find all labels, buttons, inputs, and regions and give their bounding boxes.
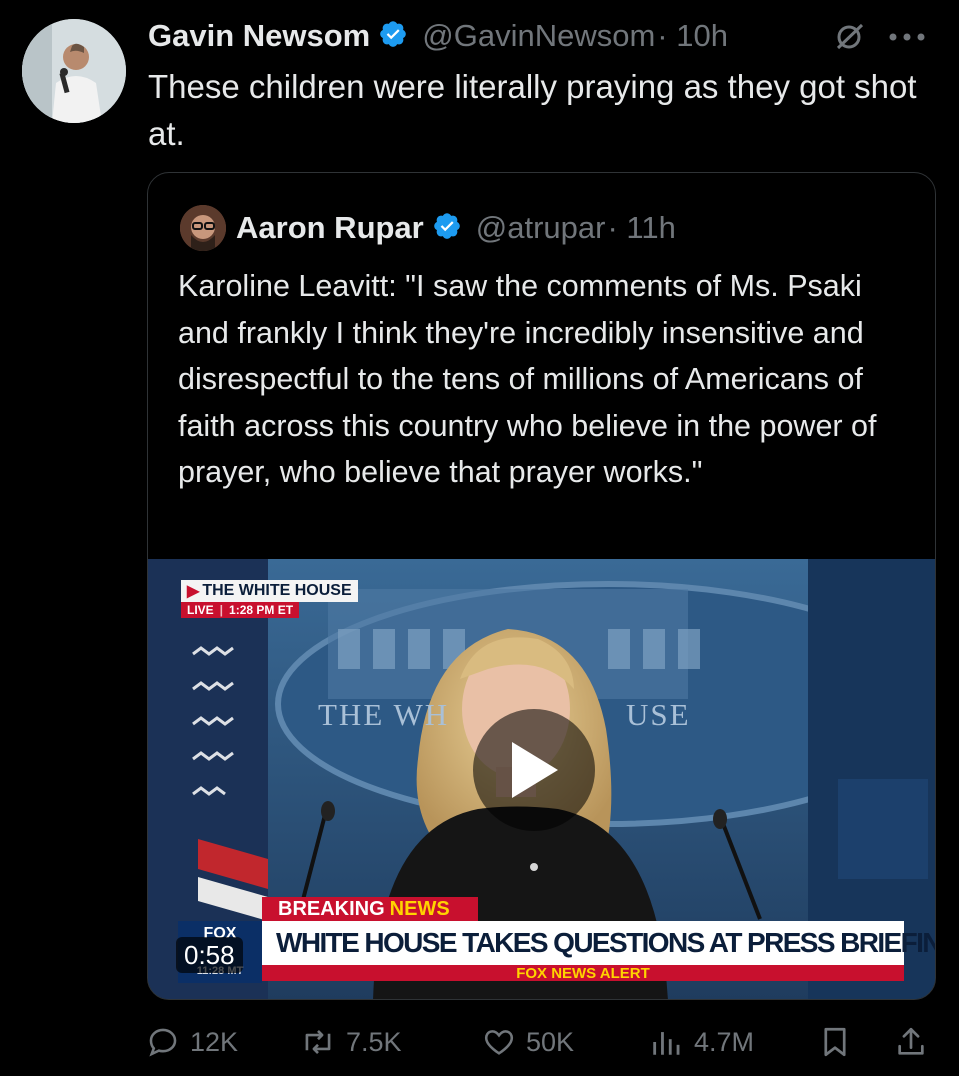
tweet-time[interactable]: · 10h [657,18,728,54]
author-avatar[interactable] [22,19,126,123]
like-button[interactable]: 50K [482,1022,574,1062]
headline-ticker: WHITE HOUSE TAKES QUESTIONS AT PRESS BRI… [262,921,935,965]
backdrop-text-left: THE WH [318,697,450,732]
reply-button[interactable]: 12K [146,1022,238,1062]
like-icon [484,1030,514,1055]
views-button[interactable]: 4.7M [648,1022,754,1062]
repost-button[interactable]: 7.5K [300,1022,402,1062]
share-icon [898,1027,924,1055]
verified-badge-icon [378,19,408,54]
fox-alert-bar: FOX NEWS ALERT [262,965,904,982]
live-label: ▶ THE WHITE HOUSE [181,580,358,602]
reply-icon [149,1028,177,1057]
video-player[interactable]: ▶ THE WHITE HOUSE LIVE | 1:28 PM ET THE WH … [148,559,935,999]
tweet-text: These children were literally praying as… [148,68,917,152]
video-duration: 0:58 [176,937,243,973]
bookmark-button[interactable] [818,1022,862,1062]
play-button[interactable] [473,709,595,831]
quoted-time[interactable]: · 11h [607,210,675,246]
more-icon[interactable] [885,22,929,57]
like-count: 50K [526,1026,575,1057]
quoted-author-handle[interactable]: @atrupar [476,210,606,246]
quoted-header: Aaron Rupar @atrupar · 11h [236,207,676,249]
author-handle[interactable]: @GavinNewsom [422,18,655,54]
author-name[interactable]: Gavin Newsom [148,18,370,54]
grok-icon[interactable] [832,20,866,59]
repost-count: 7.5K [346,1026,402,1057]
verified-badge-icon [432,211,462,246]
views-icon [653,1032,680,1055]
bookmark-icon [824,1027,846,1057]
quoted-author-name[interactable]: Aaron Rupar [236,210,424,246]
quoted-text: Karoline Leavitt: "I saw the comments of… [178,269,877,489]
share-button[interactable] [894,1022,938,1062]
tweet-header: Gavin Newsom @GavinNewsom · 10h [148,16,728,56]
reply-count: 12K [190,1026,239,1057]
play-icon [512,742,558,798]
backdrop-text-right: USE [626,697,691,732]
breaking-news-label: BREAKING NEWS [262,897,478,921]
quoted-tweet[interactable]: Aaron Rupar @atrupar · 11h Karoline Leav… [147,172,936,1000]
quoted-author-avatar[interactable] [180,205,226,251]
views-count: 4.7M [694,1026,755,1057]
repost-icon [305,1029,331,1055]
live-tag: LIVE | 1:28 PM ET [181,602,300,618]
